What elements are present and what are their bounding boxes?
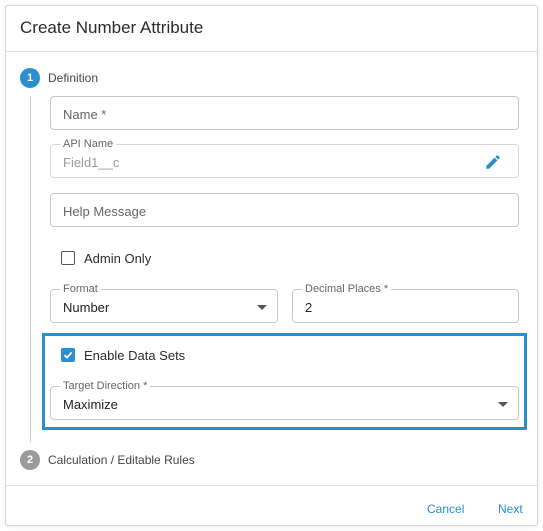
name-field[interactable]: Name * — [50, 96, 519, 130]
target-direction-label: Target Direction * — [60, 380, 151, 392]
chevron-down-icon — [257, 305, 267, 310]
cancel-button[interactable]: Cancel — [427, 502, 464, 516]
step-2-indicator[interactable]: 2 — [20, 450, 40, 470]
name-placeholder: Name * — [63, 107, 107, 122]
api-name-label: API Name — [60, 138, 117, 150]
create-attribute-dialog: Create Number Attribute 1 Definition Nam… — [5, 5, 538, 526]
step-connector-line — [30, 96, 31, 442]
help-message-placeholder: Help Message — [63, 204, 147, 219]
step-1-indicator: 1 — [20, 68, 40, 88]
target-direction-select[interactable]: Target Direction * Maximize — [50, 380, 519, 420]
admin-only-checkbox[interactable] — [61, 251, 75, 265]
format-select[interactable]: Format Number — [50, 283, 278, 323]
dialog-title: Create Number Attribute — [20, 18, 204, 37]
next-button[interactable]: Next — [498, 502, 523, 516]
decimal-places-label: Decimal Places * — [302, 283, 392, 295]
target-direction-value: Maximize — [63, 397, 118, 412]
help-message-field[interactable]: Help Message — [50, 193, 519, 227]
step-2-label[interactable]: Calculation / Editable Rules — [48, 453, 195, 467]
format-value: Number — [63, 300, 110, 315]
format-label: Format — [60, 283, 101, 295]
decimal-places-field[interactable]: Decimal Places * 2 — [292, 283, 519, 323]
api-name-field: API Name Field1__c — [50, 138, 519, 178]
dialog-header: Create Number Attribute — [6, 6, 537, 52]
pencil-icon[interactable] — [484, 153, 502, 171]
chevron-down-icon — [498, 402, 508, 407]
step-1-label: Definition — [48, 71, 99, 85]
api-name-value: Field1__c — [63, 155, 120, 170]
footer-divider — [6, 485, 537, 486]
checkmark-icon — [63, 351, 73, 359]
decimal-places-value: 2 — [305, 300, 313, 315]
enable-data-sets-checkbox[interactable] — [61, 348, 75, 362]
enable-data-sets-label: Enable Data Sets — [84, 348, 186, 363]
admin-only-label: Admin Only — [84, 251, 152, 266]
